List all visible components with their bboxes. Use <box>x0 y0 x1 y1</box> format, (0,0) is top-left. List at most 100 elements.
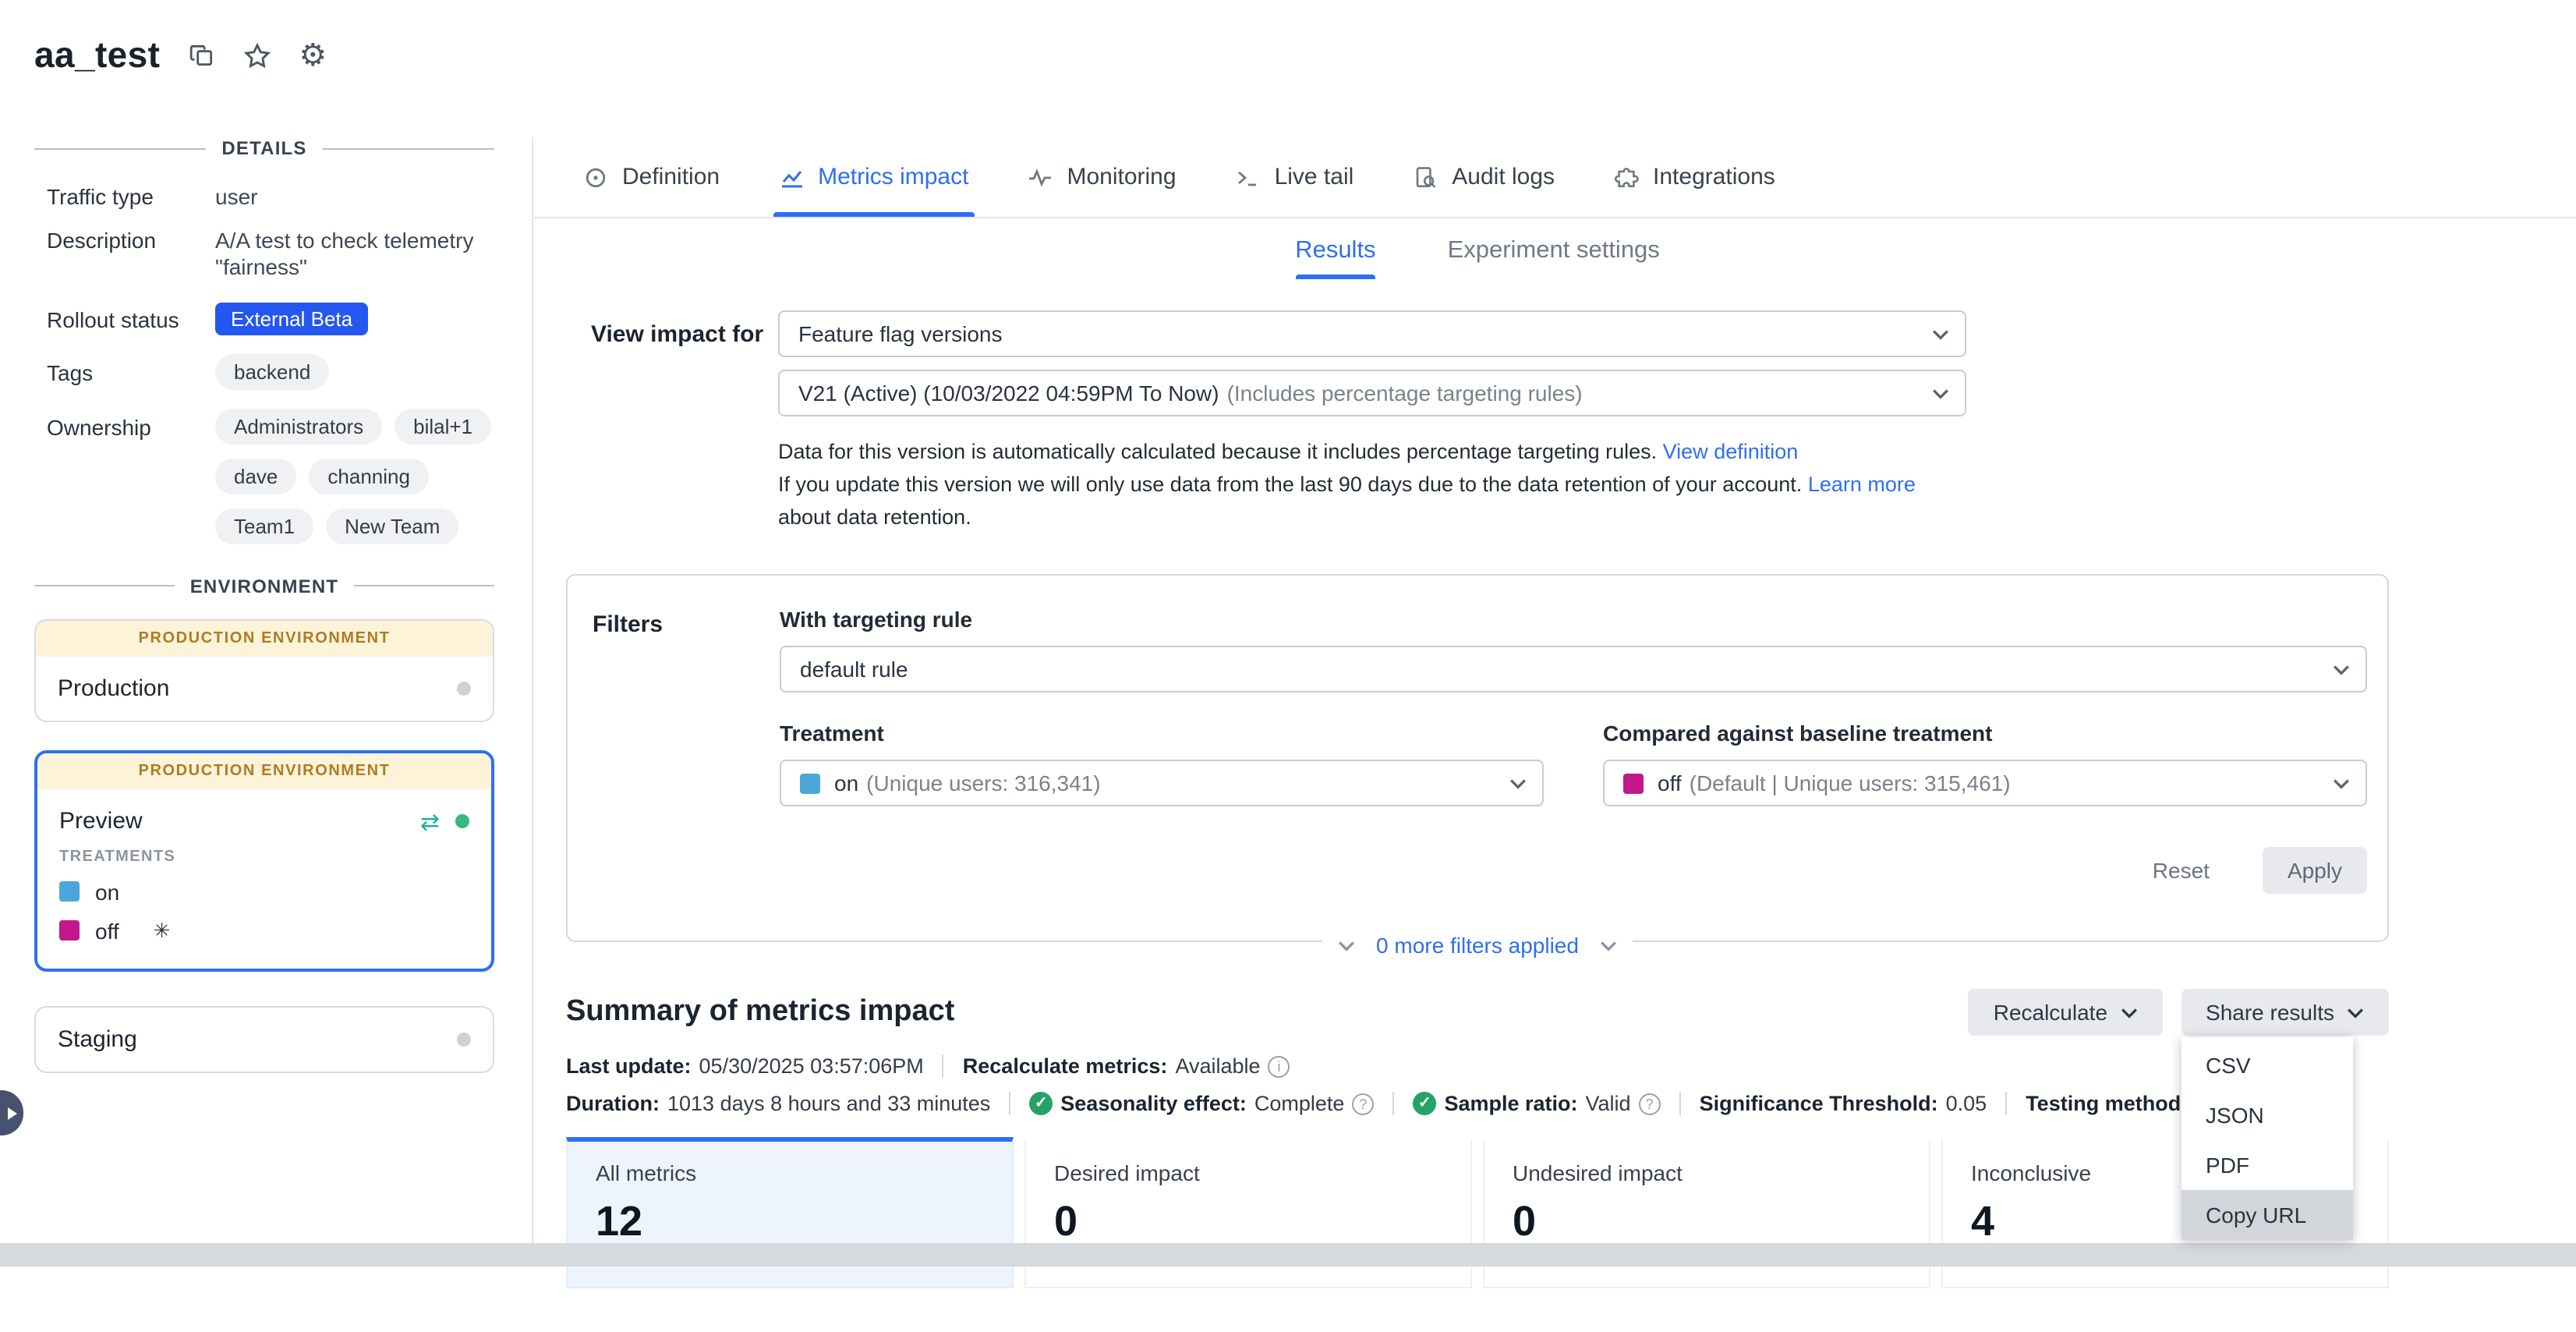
help-icon[interactable]: ? <box>1352 1093 1374 1114</box>
last-update-label: Last update: <box>566 1054 692 1078</box>
live-tail-icon <box>1236 165 1261 190</box>
view-definition-link[interactable]: View definition <box>1663 440 1799 463</box>
check-circle-icon: ✓ <box>1413 1092 1436 1115</box>
info-icon[interactable]: i <box>1269 1055 1290 1077</box>
summary-meta-line1: Last update: 05/30/2025 03:57:06PM Recal… <box>566 1054 2389 1078</box>
metric-card-label: All metrics <box>596 1160 984 1185</box>
share-results-button-label: Share results <box>2206 1000 2334 1025</box>
version-select[interactable]: V21 (Active) (10/03/2022 04:59PM To Now)… <box>778 370 1966 416</box>
check-circle-icon: ✓ <box>1029 1092 1053 1115</box>
significance-threshold-label: Significance Threshold: <box>1700 1092 1938 1115</box>
version-value: V21 (Active) (10/03/2022 04:59PM To Now) <box>798 381 1219 406</box>
app-root: aa_test ⚙ DETAILS Traffic type user <box>0 0 2576 1332</box>
rollout-status-badge[interactable]: External Beta <box>215 302 368 335</box>
owner-pill[interactable]: Administrators <box>215 408 382 444</box>
sample-ratio-label: Sample ratio: <box>1444 1092 1577 1115</box>
apply-button[interactable]: Apply <box>2263 847 2367 894</box>
owner-pill[interactable]: New Team <box>326 508 458 544</box>
ownership-label: Ownership <box>47 408 215 439</box>
treatment-select-value: on <box>834 771 858 795</box>
more-filters-toggle[interactable]: 0 more filters applied <box>1322 933 1633 958</box>
tab-live-tail[interactable]: Live tail <box>1236 137 1354 217</box>
sidebar-collapse-handle[interactable] <box>0 1090 23 1135</box>
share-menu-item-pdf[interactable]: PDF <box>2181 1140 2352 1190</box>
gear-icon[interactable]: ⚙ <box>299 40 327 71</box>
copy-icon[interactable] <box>188 42 214 69</box>
metric-card-label: Desired impact <box>1054 1160 1442 1185</box>
recalculate-button[interactable]: Recalculate <box>1969 989 2162 1036</box>
details-section-header: DETAILS <box>34 137 494 159</box>
env-status-dot <box>457 681 471 695</box>
subtab-experiment-settings-label: Experiment settings <box>1448 237 1660 264</box>
owner-pill[interactable]: dave <box>215 458 296 494</box>
env-name-production: Production <box>58 675 169 701</box>
bottom-divider-bar <box>0 1243 2576 1266</box>
description-row: Description A/A test to check telemetry … <box>47 227 501 282</box>
share-menu-item-copy-url[interactable]: Copy URL <box>2181 1190 2352 1240</box>
tab-monitoring[interactable]: Monitoring <box>1028 137 1176 217</box>
treatment-select[interactable]: on (Unique users: 316,341) <box>780 760 1544 806</box>
traffic-type-row: Traffic type user <box>47 184 501 211</box>
treatment-on-swatch <box>800 773 820 793</box>
chevron-down-icon <box>1509 778 1527 788</box>
metric-card-value: 0 <box>1513 1198 1901 1246</box>
owner-pill[interactable]: bilal+1 <box>395 408 491 444</box>
metric-card-label: Undesired impact <box>1513 1160 1901 1185</box>
treatment-select-detail: (Unique users: 316,341) <box>866 771 1100 795</box>
env-card-production[interactable]: PRODUCTION ENVIRONMENT Production <box>34 618 494 721</box>
share-results-button[interactable]: Share results <box>2181 989 2389 1036</box>
tab-audit-logs[interactable]: Audit logs <box>1413 137 1555 217</box>
subtab-results[interactable]: Results <box>1295 237 1375 279</box>
environment-section-header: ENVIRONMENT <box>34 575 494 597</box>
star-icon[interactable] <box>242 41 271 69</box>
details-header-label: DETAILS <box>221 137 306 159</box>
tab-metrics-impact[interactable]: Metrics impact <box>779 137 968 217</box>
preview-env-banner: PRODUCTION ENVIRONMENT <box>37 753 491 788</box>
targeting-rule-select[interactable]: default rule <box>780 646 2367 693</box>
tab-definition-label: Definition <box>622 164 720 190</box>
tab-live-tail-label: Live tail <box>1275 164 1354 190</box>
share-menu-item-json[interactable]: JSON <box>2181 1090 2352 1140</box>
help-icon[interactable]: ? <box>1639 1093 1661 1114</box>
chevron-down-icon <box>1932 388 1949 399</box>
owner-pill[interactable]: Team1 <box>215 508 313 544</box>
summary-title: Summary of metrics impact <box>566 995 954 1029</box>
chevron-down-icon <box>2347 1007 2364 1018</box>
share-menu-item-csv[interactable]: CSV <box>2181 1040 2352 1090</box>
rollout-status-label: Rollout status <box>47 302 215 331</box>
subtab-experiment-settings[interactable]: Experiment settings <box>1448 237 1660 279</box>
learn-more-link[interactable]: Learn more <box>1808 473 1916 496</box>
version-notes: Data for this version is automatically c… <box>778 435 1966 533</box>
duration-label: Duration: <box>566 1092 660 1115</box>
owner-pill[interactable]: channing <box>309 458 429 494</box>
tab-integrations[interactable]: Integrations <box>1614 137 1775 217</box>
summary-meta-line2: Duration: 1013 days 8 hours and 33 minut… <box>566 1092 2389 1115</box>
seasonality-value: Complete <box>1254 1092 1345 1115</box>
env-card-preview[interactable]: PRODUCTION ENVIRONMENT Preview ⇄ TREATME… <box>34 749 494 971</box>
chevron-down-icon <box>1601 940 1618 951</box>
chevron-down-icon <box>1337 940 1354 951</box>
ownership-row: Ownership Administrators bilal+1 dave ch… <box>47 408 501 544</box>
monitoring-icon <box>1028 165 1053 190</box>
tag-pill[interactable]: backend <box>215 353 329 389</box>
baseline-select-label: Compared against baseline treatment <box>1603 721 2367 746</box>
recalculate-button-label: Recalculate <box>1994 1000 2107 1025</box>
flag-title: aa_test <box>34 34 160 76</box>
tab-definition[interactable]: Definition <box>583 137 720 217</box>
swap-arrows-icon[interactable]: ⇄ <box>420 807 440 835</box>
subtab-bar: Results Experiment settings <box>566 237 2389 279</box>
baseline-select[interactable]: off (Default | Unique users: 315,461) <box>1603 760 2367 806</box>
chevron-down-icon <box>2333 778 2350 788</box>
more-filters-link[interactable]: 0 more filters applied <box>1376 933 1579 958</box>
env-status-dot-green <box>455 814 469 828</box>
env-card-staging[interactable]: Staging <box>34 1005 494 1072</box>
tab-bar: Definition Metrics impact Monitoring Liv… <box>533 137 2576 218</box>
definition-icon <box>583 165 608 190</box>
version-type-select[interactable]: Feature flag versions <box>778 310 1966 357</box>
reset-button[interactable]: Reset <box>2153 858 2210 883</box>
filters-title: Filters <box>593 607 780 894</box>
recalculate-metrics-value: Available <box>1175 1054 1260 1078</box>
treatment-row-off: off ✳ <box>59 918 469 943</box>
env-status-dot <box>457 1032 471 1046</box>
integrations-icon <box>1614 165 1639 190</box>
